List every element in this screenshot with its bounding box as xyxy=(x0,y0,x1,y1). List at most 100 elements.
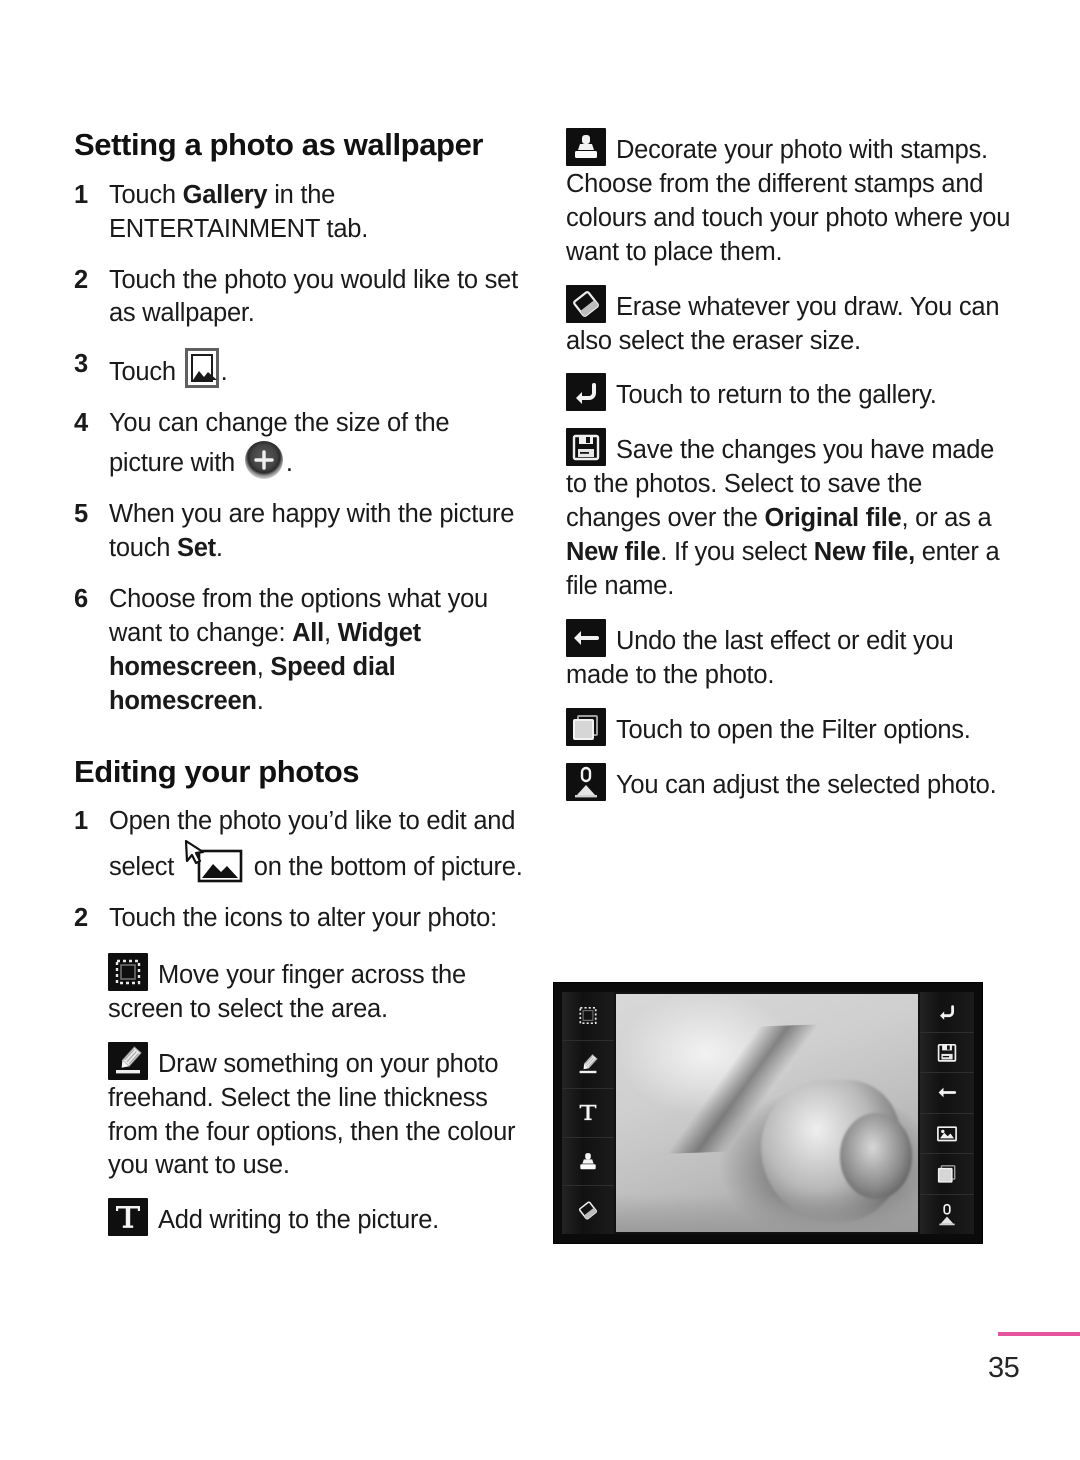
body-text: Touch the icons to alter your photo: xyxy=(109,904,497,933)
filter-icon[interactable] xyxy=(566,707,606,746)
body-text: Touch to open the Filter options. xyxy=(616,715,971,744)
body-text: . If you select xyxy=(660,538,814,567)
body-text: on the bottom of picture. xyxy=(246,853,523,882)
toolbar-button-pencil[interactable] xyxy=(562,1041,614,1090)
icon-description-item: Draw something on your photo freehand. S… xyxy=(74,1041,526,1184)
eraser-icon[interactable] xyxy=(566,284,606,323)
save-icon[interactable] xyxy=(566,428,606,467)
numbered-step: 5 When you are happy with the picture tou… xyxy=(74,498,526,566)
step-number: 1 xyxy=(74,180,88,209)
icon-description-item: Touch to return to the gallery. xyxy=(566,373,1014,413)
steps-list-editing: 1 Open the photo you’d like to edit and s… xyxy=(74,805,526,936)
body-text: Undo the last effect or edit you made to… xyxy=(566,626,954,689)
numbered-step: 3 Touch . xyxy=(74,348,526,390)
numbered-step: 1 Touch Gallery in the ENTERTAINMENT tab. xyxy=(74,179,526,247)
step-number: 6 xyxy=(74,584,88,613)
step-number: 5 xyxy=(74,500,88,529)
toolbar-button-return-gallery[interactable] xyxy=(920,992,974,1033)
numbered-step: 6 Choose from the options what you want t… xyxy=(74,583,526,719)
undo-arrow-icon[interactable] xyxy=(566,618,606,657)
body-text: Move your finger across the screen to se… xyxy=(108,960,466,1023)
body-text: , xyxy=(323,618,338,647)
body-text: Touch xyxy=(109,180,183,209)
emphasis-text: New file xyxy=(566,538,661,567)
body-text: Decorate your photo with stamps. Choose … xyxy=(566,136,1011,266)
emphasis-text: New file, xyxy=(813,538,915,567)
editor-screen xyxy=(562,992,974,1234)
right-column: Decorate your photo with stamps. Choose … xyxy=(566,128,1014,818)
text-tool-icon xyxy=(579,1105,597,1121)
icon-description-item: Move your finger across the screen to se… xyxy=(74,952,526,1027)
cursor-picture-icon[interactable] xyxy=(183,839,245,883)
wallpaper-icon xyxy=(937,1126,957,1142)
body-text: . xyxy=(215,533,223,562)
body-text: , or as a xyxy=(901,504,992,533)
body-text: Draw something on your photo freehand. S… xyxy=(108,1049,516,1180)
toolbar-button-adjust[interactable] xyxy=(920,1195,974,1235)
step-number: 4 xyxy=(74,409,88,438)
text-tool-icon[interactable] xyxy=(108,1198,148,1237)
eraser-icon xyxy=(578,1201,598,1220)
numbered-step: 4 You can change the size of the picture … xyxy=(74,407,526,481)
toolbar-button-text-tool[interactable] xyxy=(562,1089,614,1138)
editor-right-toolbar xyxy=(920,992,974,1234)
footer-accent-rule xyxy=(998,1332,1080,1336)
step-number: 2 xyxy=(74,265,88,294)
editor-photo-canvas xyxy=(616,994,918,1232)
toolbar-button-save[interactable] xyxy=(920,1033,974,1073)
manual-page: Setting a photo as wallpaper 1 Touch Gall… xyxy=(0,0,1080,1460)
toolbar-button-selection-crop[interactable] xyxy=(562,992,614,1041)
body-text: Touch xyxy=(109,358,183,387)
icon-description-item: Add writing to the picture. xyxy=(74,1198,526,1238)
numbered-step: 1 Open the photo you’d like to edit and s… xyxy=(74,805,526,885)
return-gallery-icon xyxy=(940,1005,954,1021)
emphasis-text: Set xyxy=(176,533,216,562)
icon-description-item: You can adjust the selected photo. xyxy=(566,762,1014,803)
pencil-icon[interactable] xyxy=(108,1041,148,1080)
selection-crop-icon[interactable] xyxy=(108,952,148,991)
plus-circle-icon[interactable] xyxy=(244,441,283,480)
toolbar-button-wallpaper[interactable] xyxy=(920,1114,974,1154)
numbered-step: 2 Touch the photo you would like to set a… xyxy=(74,264,526,332)
icon-items-left: Move your finger across the screen to se… xyxy=(74,952,526,1238)
body-text: Erase whatever you draw. You can also se… xyxy=(566,292,1000,355)
stamp-icon xyxy=(580,1153,596,1170)
numbered-step: 2 Touch the icons to alter your photo: xyxy=(74,902,526,936)
icon-description-item: Save the changes you have made to the ph… xyxy=(566,428,1014,604)
toolbar-button-eraser[interactable] xyxy=(562,1186,614,1234)
body-text: . xyxy=(285,449,293,478)
steps-list-wallpaper: 1 Touch Gallery in the ENTERTAINMENT tab.… xyxy=(74,179,526,719)
phone-screenshot-photo-editor xyxy=(553,982,983,1244)
emphasis-text: All xyxy=(292,618,324,647)
page-title-editing-photos: Editing your photos xyxy=(74,753,360,789)
selection-crop-icon xyxy=(579,1007,597,1025)
body-text: You can adjust the selected photo. xyxy=(616,770,997,799)
body-text: . xyxy=(256,686,264,715)
filter-icon xyxy=(937,1165,956,1183)
icon-items-right: Decorate your photo with stamps. Choose … xyxy=(566,128,1014,803)
toolbar-button-undo-arrow[interactable] xyxy=(920,1073,974,1114)
icon-description-item: Undo the last effect or edit you made to… xyxy=(566,618,1014,693)
toolbar-button-filter[interactable] xyxy=(920,1154,974,1195)
undo-arrow-icon xyxy=(938,1087,957,1098)
body-text: Add writing to the picture. xyxy=(158,1206,439,1235)
adjust-icon xyxy=(939,1203,955,1226)
icon-description-item: Erase whatever you draw. You can also se… xyxy=(566,284,1014,359)
step-number: 3 xyxy=(74,350,88,379)
body-text: , xyxy=(256,652,271,681)
adjust-icon[interactable] xyxy=(566,762,606,801)
editor-left-toolbar xyxy=(562,992,614,1234)
step-number: 2 xyxy=(74,904,88,933)
body-text: Touch to return to the gallery. xyxy=(616,381,937,410)
return-gallery-icon[interactable] xyxy=(566,373,606,412)
stamp-icon[interactable] xyxy=(566,128,606,166)
body-text: When you are happy with the picture touc… xyxy=(109,500,515,562)
page-title-setting-wallpaper: Setting a photo as wallpaper xyxy=(74,127,484,162)
page-number: 35 xyxy=(988,1352,1020,1384)
picture-frame-icon[interactable] xyxy=(184,348,219,389)
photo-shadow xyxy=(616,1193,918,1232)
photo-blob-small xyxy=(839,1113,912,1199)
toolbar-button-stamp[interactable] xyxy=(562,1138,614,1187)
body-text: Touch the photo you would like to set as… xyxy=(109,265,518,328)
pencil-icon xyxy=(579,1054,598,1074)
